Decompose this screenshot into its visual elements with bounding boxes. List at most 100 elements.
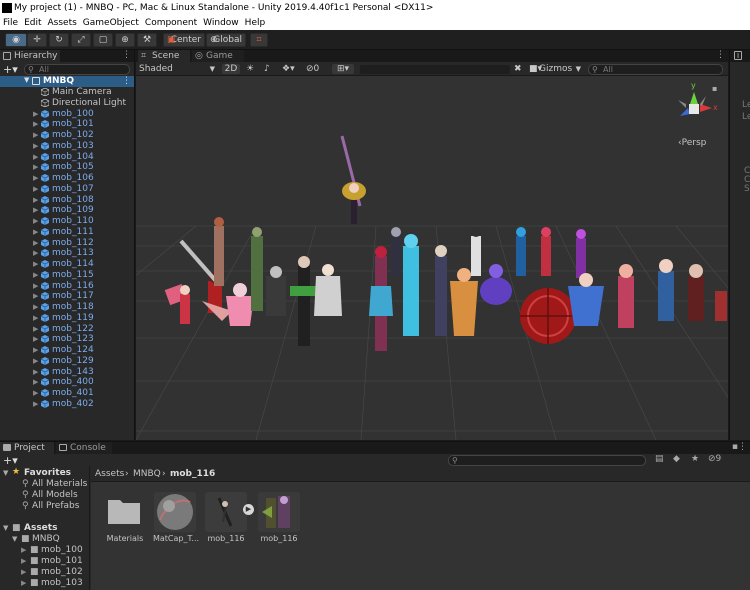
expand-arrow-icon[interactable]: ▶ <box>21 545 26 555</box>
breadcrumb-mob-116[interactable]: mob_116 <box>170 469 215 479</box>
hierarchy-row[interactable]: ▶ mob_116 <box>0 281 134 292</box>
favorite-all-prefabs[interactable]: All Prefabs <box>32 501 79 511</box>
tab-project[interactable]: Project <box>0 442 54 454</box>
expand-arrow-icon[interactable]: ▶ <box>33 184 38 194</box>
scene-root-row[interactable]: ▼ MNBQ ⋮ <box>0 76 134 87</box>
grid-snap-button[interactable]: ⌗ <box>250 33 268 47</box>
expand-arrow-icon[interactable]: ▶ <box>33 227 38 237</box>
tab-scene[interactable]: ⌗ Scene <box>138 50 190 62</box>
menu-help[interactable]: Help <box>242 16 269 30</box>
2d-toggle[interactable]: 2D <box>222 64 240 74</box>
transform-tool-button[interactable]: ⊕ <box>115 33 135 47</box>
breadcrumb-assets[interactable]: Assets <box>95 469 124 479</box>
orientation-gizmo[interactable]: y x ▪ ‹Persp <box>666 81 718 148</box>
hidden-objects-toggle[interactable]: ⊘0 <box>306 64 328 74</box>
expand-arrow-icon[interactable]: ▶ <box>33 399 38 409</box>
menu-gameobject[interactable]: GameObject <box>80 16 142 30</box>
menu-assets[interactable]: Assets <box>45 16 80 30</box>
expand-arrow-icon[interactable]: ▶ <box>33 152 38 162</box>
hierarchy-row[interactable]: Main Camera <box>0 87 134 98</box>
expand-arrow-icon[interactable]: ▶ <box>33 238 38 248</box>
hierarchy-row[interactable]: ▶ mob_118 <box>0 302 134 313</box>
hierarchy-row[interactable]: ▶ mob_109 <box>0 205 134 216</box>
hierarchy-row[interactable]: ▶ mob_108 <box>0 195 134 206</box>
hierarchy-row[interactable]: ▶ mob_104 <box>0 152 134 163</box>
custom-tool-button[interactable]: ⚒ <box>137 33 157 47</box>
asset-mob116-model[interactable] <box>205 492 247 532</box>
hierarchy-row[interactable]: ▶ mob_105 <box>0 162 134 173</box>
expand-arrow-icon[interactable]: ▶ <box>33 356 38 366</box>
expand-arrow-icon[interactable]: ▶ <box>33 141 38 151</box>
expand-arrow-icon[interactable]: ▶ <box>33 119 38 129</box>
expand-arrow-icon[interactable]: ▶ <box>33 367 38 377</box>
expand-arrow-icon[interactable]: ▶ <box>33 195 38 205</box>
expand-arrow-icon[interactable]: ▶ <box>21 556 26 566</box>
lighting-toggle[interactable]: ☀ <box>246 64 258 74</box>
hierarchy-row[interactable]: ▶ mob_113 <box>0 248 134 259</box>
filter-label-icon[interactable]: ◆ <box>673 454 680 464</box>
favorite-star-icon[interactable]: ★ <box>691 454 699 464</box>
tab-console[interactable]: Console <box>56 442 112 454</box>
asset-mob116-prefab[interactable] <box>258 492 300 532</box>
camera-settings-dropdown[interactable]: ⊞▾ <box>332 64 354 74</box>
project-search-input[interactable]: ⚲ <box>448 455 646 466</box>
rotate-tool-button[interactable]: ↻ <box>49 33 69 47</box>
space-global-button[interactable]: ⊕ Global <box>206 33 246 47</box>
folder-mob-100[interactable]: mob_100 <box>41 545 83 555</box>
menu-window[interactable]: Window <box>200 16 242 30</box>
folder-mob-102[interactable]: mob_102 <box>41 567 83 577</box>
expand-arrow-icon[interactable]: ▶ <box>21 578 26 588</box>
hierarchy-row[interactable]: ▶ mob_106 <box>0 173 134 184</box>
expand-arrow-icon[interactable]: ▶ <box>33 302 38 312</box>
scene-menu-icon[interactable]: ⋮ <box>122 76 131 86</box>
folder-mob-101[interactable]: mob_101 <box>41 556 83 566</box>
hierarchy-row[interactable]: ▶ mob_122 <box>0 324 134 335</box>
hierarchy-row[interactable]: ▶ mob_129 <box>0 356 134 367</box>
menu-file[interactable]: File <box>0 16 21 30</box>
hierarchy-row[interactable]: ▶ mob_115 <box>0 270 134 281</box>
hidden-packages-toggle[interactable]: ⊘9 <box>708 454 721 464</box>
expand-arrow-icon[interactable]: ▶ <box>21 567 26 577</box>
assets-root[interactable]: Assets <box>24 523 57 533</box>
audio-toggle[interactable]: ♪ <box>264 64 276 74</box>
hierarchy-row[interactable]: ▶ mob_101 <box>0 119 134 130</box>
scale-tool-button[interactable]: ⤢ <box>71 33 91 47</box>
tab-game[interactable]: ◎ Game <box>192 50 244 62</box>
asset-materials-folder[interactable] <box>104 492 146 532</box>
hierarchy-row[interactable]: ▶ mob_400 <box>0 377 134 388</box>
persp-label[interactable]: ‹Persp <box>678 138 706 148</box>
expand-arrow-icon[interactable]: ▶ <box>33 162 38 172</box>
hierarchy-row[interactable]: ▶ mob_110 <box>0 216 134 227</box>
favorite-all-models[interactable]: All Models <box>32 490 78 500</box>
hierarchy-row[interactable]: ▶ mob_114 <box>0 259 134 270</box>
hierarchy-row[interactable]: ▶ mob_402 <box>0 399 134 410</box>
expand-arrow-icon[interactable]: ▶ <box>33 324 38 334</box>
shading-mode-dropdown[interactable]: Shaded ▼ <box>139 64 215 74</box>
expand-arrow-icon[interactable]: ▶ <box>33 313 38 323</box>
folder-mob-103[interactable]: mob_103 <box>41 578 83 588</box>
panel-menu-icon[interactable]: ⋮ <box>738 442 747 452</box>
asset-matcap-texture[interactable] <box>154 492 196 532</box>
panel-menu-icon[interactable]: ⋮ <box>716 50 725 60</box>
menu-edit[interactable]: Edit <box>21 16 44 30</box>
gizmos-dropdown[interactable]: Gizmos ▼ <box>539 64 581 74</box>
hierarchy-row[interactable]: ▶ mob_117 <box>0 291 134 302</box>
menu-component[interactable]: Component <box>142 16 200 30</box>
tab-hierarchy[interactable]: Hierarchy <box>0 50 60 62</box>
hierarchy-row[interactable]: ▶ mob_111 <box>0 227 134 238</box>
hierarchy-row[interactable]: ▶ mob_102 <box>0 130 134 141</box>
hierarchy-row[interactable]: ▶ mob_112 <box>0 238 134 249</box>
expand-arrow-icon[interactable]: ▶ <box>33 334 38 344</box>
hierarchy-row[interactable]: ▶ mob_107 <box>0 184 134 195</box>
hierarchy-row[interactable]: Directional Light <box>0 98 134 109</box>
hierarchy-row[interactable]: ▶ mob_401 <box>0 388 134 399</box>
panel-menu-icon[interactable]: ⋮ <box>122 50 131 60</box>
create-plus-icon[interactable]: +▾ <box>3 63 18 76</box>
filter-type-icon[interactable]: ▤ <box>655 454 664 464</box>
tools-icon-button[interactable]: ✖ <box>514 64 526 74</box>
expand-arrow-icon[interactable]: ▶ <box>33 291 38 301</box>
expand-play-icon[interactable]: ▶ <box>243 504 254 515</box>
hierarchy-row[interactable]: ▶ mob_100 <box>0 109 134 120</box>
pivot-center-button[interactable]: ▣ Center <box>163 33 205 47</box>
expand-arrow-icon[interactable]: ▶ <box>33 345 38 355</box>
